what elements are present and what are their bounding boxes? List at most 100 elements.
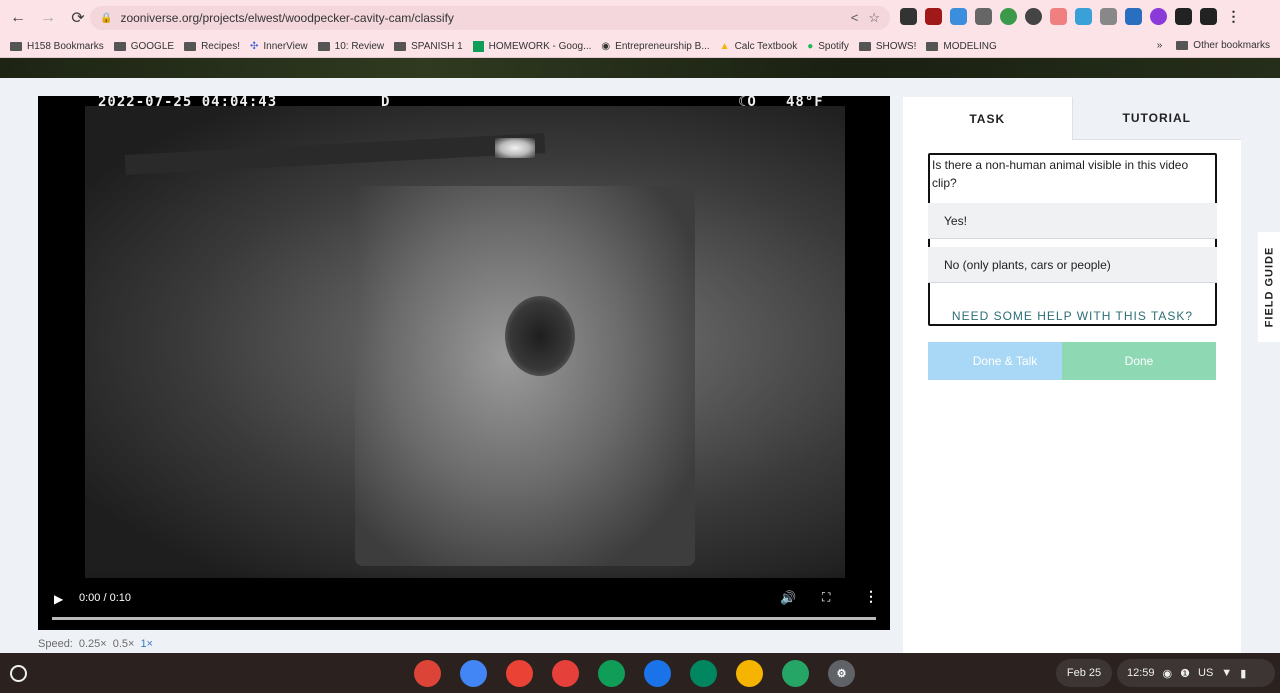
drive-icon: ▲ xyxy=(719,41,730,52)
folder-icon xyxy=(317,42,330,51)
folder-icon xyxy=(858,42,871,51)
docs-app-icon[interactable] xyxy=(460,660,487,687)
bookmark-item[interactable]: SPANISH 1 xyxy=(394,41,463,52)
arrow-ext-icon[interactable] xyxy=(1050,8,1067,25)
menu-ext-icon[interactable]: ⋮ xyxy=(1225,8,1242,25)
video-player[interactable]: 2022-07-25 04:04:43 D ☾O 48°F ▶ 0:00 / 0… xyxy=(38,94,890,630)
volume-icon[interactable]: 🔊 xyxy=(780,590,796,606)
k-ext-icon[interactable] xyxy=(1150,8,1167,25)
sheets-icon xyxy=(472,41,484,52)
url-text[interactable]: zooniverse.org/projects/elwest/woodpecke… xyxy=(120,11,453,25)
bookmark-item[interactable]: GOOGLE xyxy=(113,41,174,52)
notification-icon: ❶ xyxy=(1180,667,1191,680)
slides-app-icon[interactable] xyxy=(736,660,763,687)
status-tray[interactable]: 12:59 ◉ ❶ US ▼ ▮ xyxy=(1117,659,1275,687)
settings-app-icon[interactable]: ⚙ xyxy=(828,660,855,687)
share-icon[interactable]: < xyxy=(851,10,859,26)
bookmarks-bar: H158 Bookmarks GOOGLE Recipes! ✣ InnerVie… xyxy=(0,36,1280,58)
r-ext-icon[interactable] xyxy=(975,8,992,25)
cube-ext-icon[interactable] xyxy=(1100,8,1117,25)
cloud-ext-icon[interactable] xyxy=(1075,8,1092,25)
g-ext-icon[interactable] xyxy=(1025,8,1042,25)
help-link[interactable]: NEED SOME HELP WITH THIS TASK? xyxy=(930,309,1215,323)
address-bar[interactable]: 🔒 zooniverse.org/projects/elwest/woodpec… xyxy=(90,6,890,30)
video-progress-bar[interactable] xyxy=(52,617,876,620)
question-box: Is there a non-human animal visible in t… xyxy=(928,153,1217,326)
bookmark-item[interactable]: MODELING xyxy=(926,41,997,52)
bookmark-item[interactable]: ◉ Entrepreneurship B... xyxy=(601,41,709,52)
play-app-icon[interactable] xyxy=(690,660,717,687)
ublock-ext-icon[interactable] xyxy=(925,8,942,25)
browser-toolbar: ← → ⟳ 🔒 zooniverse.org/projects/elwest/w… xyxy=(0,0,1280,36)
spotify-icon: ● xyxy=(807,41,814,52)
folder-icon xyxy=(10,42,22,51)
home-ext-icon[interactable] xyxy=(900,8,917,25)
task-panel: TASK TUTORIAL Is there a non-human anima… xyxy=(903,97,1241,653)
calendar-app-icon[interactable] xyxy=(644,660,671,687)
bookmark-item[interactable]: Recipes! xyxy=(184,41,240,52)
back-icon[interactable]: ← xyxy=(6,6,30,30)
chrome-app-icon[interactable] xyxy=(414,660,441,687)
bookmark-item[interactable]: HOMEWORK - Goog... xyxy=(472,41,591,52)
shelf-apps: ⚙ xyxy=(414,660,855,687)
folder-icon xyxy=(113,42,126,51)
speed-option-active[interactable]: 1× xyxy=(140,638,153,650)
bookmark-item[interactable]: ● Spotify xyxy=(807,41,849,52)
play-icon[interactable]: ▶ xyxy=(54,592,63,606)
video-time: 0:00 / 0:10 xyxy=(79,592,131,604)
dnd-icon: ◉ xyxy=(1162,667,1173,680)
download-ext-icon[interactable] xyxy=(950,8,967,25)
field-guide-tab[interactable]: FIELD GUIDE xyxy=(1258,232,1280,342)
video-flag: D xyxy=(381,94,391,110)
bookmark-item[interactable]: 10: Review xyxy=(317,41,384,52)
video-frame xyxy=(85,106,845,578)
bookmark-item[interactable]: ✣ InnerView xyxy=(250,41,308,52)
fullscreen-icon[interactable]: ⛶ xyxy=(822,590,830,605)
tray-date[interactable]: Feb 25 xyxy=(1056,659,1112,687)
classroom-app-icon[interactable] xyxy=(598,660,625,687)
classroom2-app-icon[interactable] xyxy=(782,660,809,687)
wifi-icon: ▼ xyxy=(1221,667,1233,679)
reload-icon[interactable]: ⟳ xyxy=(66,6,90,30)
video-controls: ▶ 0:00 / 0:10 🔊 ⛶ ⋮ xyxy=(38,570,890,630)
canvas-app-icon[interactable] xyxy=(552,660,579,687)
done-and-talk-button[interactable]: Done & Talk xyxy=(928,342,1082,380)
grammar-ext-icon[interactable] xyxy=(1000,8,1017,25)
forward-icon[interactable]: → xyxy=(36,6,60,30)
other-bookmarks[interactable]: Other bookmarks xyxy=(1176,40,1270,51)
hero-banner-strip xyxy=(0,58,1280,78)
done-button[interactable]: Done xyxy=(1062,342,1216,380)
innerview-icon: ✣ xyxy=(249,41,259,52)
locale: US xyxy=(1198,667,1214,679)
answer-no[interactable]: No (only plants, cars or people) xyxy=(928,247,1217,283)
tab-tutorial[interactable]: TUTORIAL xyxy=(1071,97,1241,140)
extensions-row: ⋮ xyxy=(900,8,1242,25)
speed-option[interactable]: 0.25× xyxy=(79,638,107,650)
globe-icon: ◉ xyxy=(601,41,611,52)
sidepanel-ext-icon[interactable] xyxy=(1200,8,1217,25)
task-tabs: TASK TUTORIAL xyxy=(903,97,1241,140)
bookmark-item[interactable]: H158 Bookmarks xyxy=(10,41,104,52)
bookmark-star-icon[interactable]: ☆ xyxy=(868,10,880,26)
os-taskbar: ⚙ Feb 25 12:59 ◉ ❶ US ▼ ▮ xyxy=(0,653,1280,693)
answer-yes[interactable]: Yes! xyxy=(928,203,1217,239)
clock: 12:59 xyxy=(1127,667,1155,679)
folder-icon xyxy=(394,42,407,51)
speed-option[interactable]: 0.5× xyxy=(113,638,135,650)
question-text: Is there a non-human animal visible in t… xyxy=(932,158,1189,190)
more-bookmarks-chevron[interactable]: » xyxy=(1157,40,1163,51)
lock-icon: 🔒 xyxy=(100,12,113,24)
bookmark-item[interactable]: ▲ Calc Textbook xyxy=(720,41,798,52)
temperature: 48°F xyxy=(786,94,824,110)
gear-ext-icon[interactable] xyxy=(1125,8,1142,25)
launcher-icon[interactable] xyxy=(10,665,27,682)
folder-icon xyxy=(926,42,939,51)
tab-task[interactable]: TASK xyxy=(903,97,1072,140)
field-guide-label: FIELD GUIDE xyxy=(1263,246,1276,328)
gmail-app-icon[interactable] xyxy=(506,660,533,687)
speed-controls: Speed: 0.25× 0.5× 1× xyxy=(38,638,153,650)
puzzle-ext-icon[interactable] xyxy=(1175,8,1192,25)
more-options-icon[interactable]: ⋮ xyxy=(864,588,878,605)
bookmark-item[interactable]: SHOWS! xyxy=(858,41,916,52)
folder-icon xyxy=(1176,41,1189,50)
